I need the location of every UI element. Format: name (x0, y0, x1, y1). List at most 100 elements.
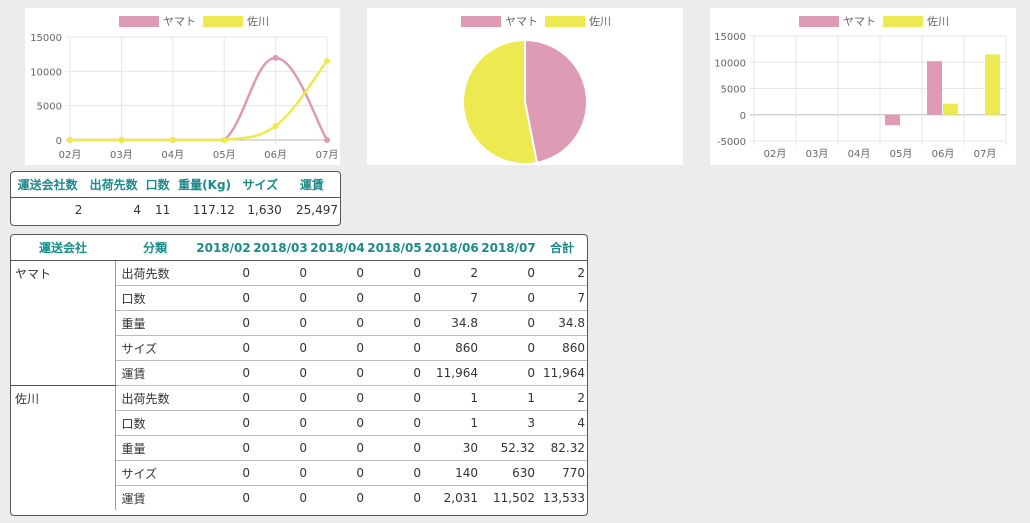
category-cell: 口数 (115, 410, 195, 436)
summary-cell: 25,497 (296, 203, 338, 217)
line-chart-panel: ヤマト 佐川 0 5000 10000 15000 02月 03月 04月 05月 06月 07月 (25, 8, 340, 165)
legend-label-sagawa: 佐川 (247, 14, 269, 28)
bar-chart-panel: ヤマト 佐川 -5000 0 5000 10000 15000 02月 03月 04月 05月 06月… (710, 8, 1016, 165)
pie-chart-panel: ヤマト 佐川 (367, 8, 683, 165)
carrier-cell: ヤマト (11, 260, 116, 386)
category-cell: 重量 (115, 435, 195, 461)
summary-cell: 1,630 (247, 203, 282, 217)
value-cell: 0 (309, 310, 366, 336)
x-tick-label: 03月 (806, 148, 829, 160)
value-cell: 0 (413, 491, 421, 505)
detail-table-wrapper: 運送会社 分類 2018/02 2018/03 2018/04 2018/05 2018/0… (10, 234, 588, 516)
detail-header: 2018/04 (309, 235, 366, 261)
value-cell: 0 (252, 360, 309, 386)
value-cell: 52.32 (480, 435, 537, 461)
detail-header: 運送会社 (11, 235, 115, 261)
value-cell: 30 (423, 435, 480, 461)
value-cell: 0 (252, 460, 309, 486)
x-tick-label: 02月 (59, 149, 82, 161)
y-tick-label: 5000 (37, 102, 62, 113)
value-cell: 860 (537, 335, 587, 361)
detail-header: 2018/02 (195, 235, 252, 261)
value-cell: 82.32 (537, 435, 587, 461)
y-tick-label: 15000 (30, 33, 62, 44)
value-cell: 0 (252, 410, 309, 436)
legend-swatch-sagawa (883, 16, 923, 27)
table-row: 佐川 出荷先数 0 0 0 0 1 1 2 (11, 385, 587, 510)
x-tick-label: 05月 (213, 149, 236, 161)
bar-yamato (885, 114, 900, 126)
value-cell: 1 (480, 385, 537, 411)
legend-label-yamato: ヤマト (163, 15, 196, 28)
value-cell: 0 (356, 491, 364, 505)
value-cell: 630 (480, 460, 537, 486)
series-line-sagawa (70, 60, 328, 142)
y-tick-label: 15000 (714, 32, 746, 43)
value-cell: 4 (537, 410, 587, 436)
y-tick-label: 5000 (721, 85, 746, 96)
value-cell: 0 (252, 285, 309, 311)
legend-swatch-sagawa (203, 16, 243, 27)
value-cell: 13,533 (543, 491, 585, 505)
data-point (272, 123, 279, 130)
category-cell: 運賃 (115, 360, 195, 386)
value-cell: 2,031 (443, 491, 478, 505)
category-cell: 運賃 (121, 491, 146, 506)
value-cell: 0 (366, 260, 423, 286)
value-cell: 7 (537, 285, 587, 311)
category-cell: 出荷先数 (115, 260, 195, 286)
y-tick-label: 0 (56, 136, 62, 147)
bar-sagawa (943, 103, 958, 115)
value-cell: 2 (537, 385, 587, 411)
value-cell: 0 (195, 460, 252, 486)
x-tick-label: 04月 (848, 148, 871, 160)
pie-chart: ヤマト 佐川 (461, 14, 611, 165)
y-tick-label: 0 (740, 111, 746, 122)
category-cell: 口数 (115, 285, 195, 311)
value-cell: 7 (423, 285, 480, 311)
detail-header: 2018/05 (366, 235, 423, 261)
y-tick-label: -5000 (717, 137, 746, 148)
value-cell: 0 (309, 410, 366, 436)
category-cell: 重量 (115, 310, 195, 336)
data-point (272, 54, 279, 61)
value-cell: 0 (480, 335, 537, 361)
data-point (324, 137, 330, 143)
value-cell: 0 (309, 385, 366, 411)
legend-swatch-sagawa (545, 16, 585, 27)
value-cell: 2 (537, 260, 587, 286)
legend-label-sagawa: 佐川 (927, 14, 949, 28)
value-cell: 0 (366, 460, 423, 486)
bar-chart: ヤマト 佐川 -5000 0 5000 10000 15000 02月 03月 04月 05月 06月… (714, 14, 1007, 160)
value-cell: 0 (309, 335, 366, 361)
value-cell: 2 (423, 260, 480, 286)
value-cell: 0 (252, 385, 309, 411)
carrier-cell: 佐川 (11, 385, 116, 510)
series-line-yamato (70, 56, 329, 142)
detail-header: 2018/06 (423, 235, 480, 261)
x-tick-label: 07月 (316, 149, 339, 161)
value-cell: 0 (480, 260, 537, 286)
value-cell: 0 (195, 260, 252, 286)
data-point (324, 58, 330, 65)
summary-header: サイズ (236, 172, 284, 198)
value-cell: 0 (309, 435, 366, 461)
value-cell: 0 (195, 310, 252, 336)
value-cell: 0 (252, 335, 309, 361)
value-cell: 0 (366, 310, 423, 336)
pie-slice-sagawa (462, 38, 539, 165)
category-cell: サイズ (115, 460, 195, 486)
data-point (221, 137, 228, 143)
value-cell: 0 (195, 435, 252, 461)
value-cell: 0 (480, 285, 537, 311)
summary-header: 運送会社数 (11, 172, 85, 198)
summary-header: 重量(Kg) (172, 172, 237, 198)
x-tick-label: 06月 (264, 149, 287, 161)
value-cell: 11,502 (493, 491, 535, 505)
value-cell: 770 (537, 460, 587, 486)
x-tick-label: 06月 (932, 148, 955, 160)
bar-yamato (927, 61, 942, 115)
bar-sagawa (985, 54, 1000, 115)
detail-table: 運送会社 分類 2018/02 2018/03 2018/04 2018/05 2018/0… (11, 235, 587, 510)
value-cell: 0 (252, 260, 309, 286)
